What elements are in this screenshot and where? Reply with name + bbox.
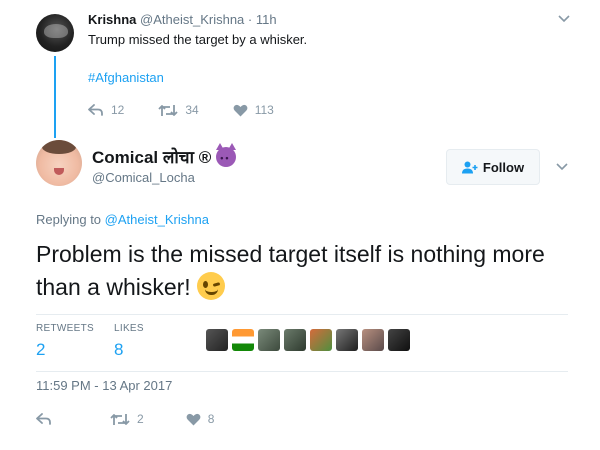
likes-count: 8: [114, 340, 124, 359]
reply-icon: [36, 413, 52, 425]
retweets-label: RETWEETS: [36, 323, 94, 334]
main-like-count: 8: [207, 412, 215, 426]
liker-avatar[interactable]: [388, 329, 410, 351]
follow-button[interactable]: Follow: [446, 149, 540, 185]
devil-emoji-icon: ••: [216, 142, 237, 167]
reply-icon: [88, 104, 104, 116]
liker-avatar[interactable]: [310, 329, 332, 351]
main-name[interactable]: Comical लोचा ®: [92, 145, 211, 168]
parent-time[interactable]: 11h: [256, 12, 277, 27]
liker-avatars: [206, 329, 410, 351]
liker-avatar[interactable]: [336, 329, 358, 351]
parent-reply-button[interactable]: 12: [88, 103, 124, 117]
main-handle[interactable]: @Comical_Locha: [92, 170, 195, 185]
replying-prefix: Replying to: [36, 212, 102, 227]
main-actions: 2 8: [36, 412, 256, 426]
follow-label: Follow: [482, 159, 525, 175]
main-name-row: Comical लोचा ® ••: [92, 142, 237, 168]
replying-handle-link[interactable]: @Atheist_Krishna: [105, 212, 209, 227]
main-like-button[interactable]: 8: [186, 412, 215, 426]
parent-separator: ·: [247, 12, 253, 27]
main-caret-icon[interactable]: [556, 160, 568, 174]
parent-like-button[interactable]: 113: [233, 103, 274, 117]
parent-avatar[interactable]: [36, 14, 74, 52]
tweet-timestamp[interactable]: 11:59 PM - 13 Apr 2017: [36, 378, 172, 393]
main-avatar[interactable]: [36, 140, 82, 186]
liker-avatar[interactable]: [284, 329, 306, 351]
heart-icon: [186, 413, 201, 426]
parent-like-count: 113: [254, 103, 274, 117]
add-user-icon: [461, 161, 478, 174]
likes-stat[interactable]: LIKES 8: [114, 323, 144, 360]
thread-line: [54, 56, 56, 138]
tweet-stats: RETWEETS 2 LIKES 8: [36, 314, 568, 372]
retweet-icon: [158, 104, 178, 117]
main-tweet-text: Problem is the missed target itself is n…: [36, 238, 576, 304]
parent-text: Trump missed the target by a whisker.: [88, 32, 308, 47]
liker-avatar[interactable]: [232, 329, 254, 351]
likes-label: LIKES: [114, 323, 144, 334]
parent-handle[interactable]: @Atheist_Krishna: [140, 12, 244, 27]
retweet-icon: [110, 413, 130, 426]
main-retweet-button[interactable]: 2: [110, 412, 144, 426]
parent-name[interactable]: Krishna: [88, 12, 136, 27]
main-reply-button[interactable]: [36, 413, 52, 425]
parent-header: Krishna @Atheist_Krishna · 11h: [88, 12, 277, 27]
main-retweet-count: 2: [137, 412, 144, 426]
liker-avatar[interactable]: [258, 329, 280, 351]
parent-retweet-count: 34: [185, 103, 199, 117]
retweets-stat[interactable]: RETWEETS 2: [36, 323, 94, 360]
heart-icon: [233, 104, 248, 117]
parent-retweet-button[interactable]: 34: [158, 103, 199, 117]
parent-actions: 12 34 113: [88, 103, 308, 117]
parent-caret-icon[interactable]: [558, 12, 570, 26]
parent-reply-count: 12: [111, 103, 125, 117]
retweets-count: 2: [36, 340, 46, 359]
liker-avatar[interactable]: [362, 329, 384, 351]
replying-to: Replying to @Atheist_Krishna: [36, 212, 209, 227]
winking-face-icon: [196, 272, 225, 300]
parent-hashtag[interactable]: #Afghanistan: [88, 70, 164, 85]
main-text: Problem is the missed target itself is n…: [36, 241, 545, 300]
liker-avatar[interactable]: [206, 329, 228, 351]
